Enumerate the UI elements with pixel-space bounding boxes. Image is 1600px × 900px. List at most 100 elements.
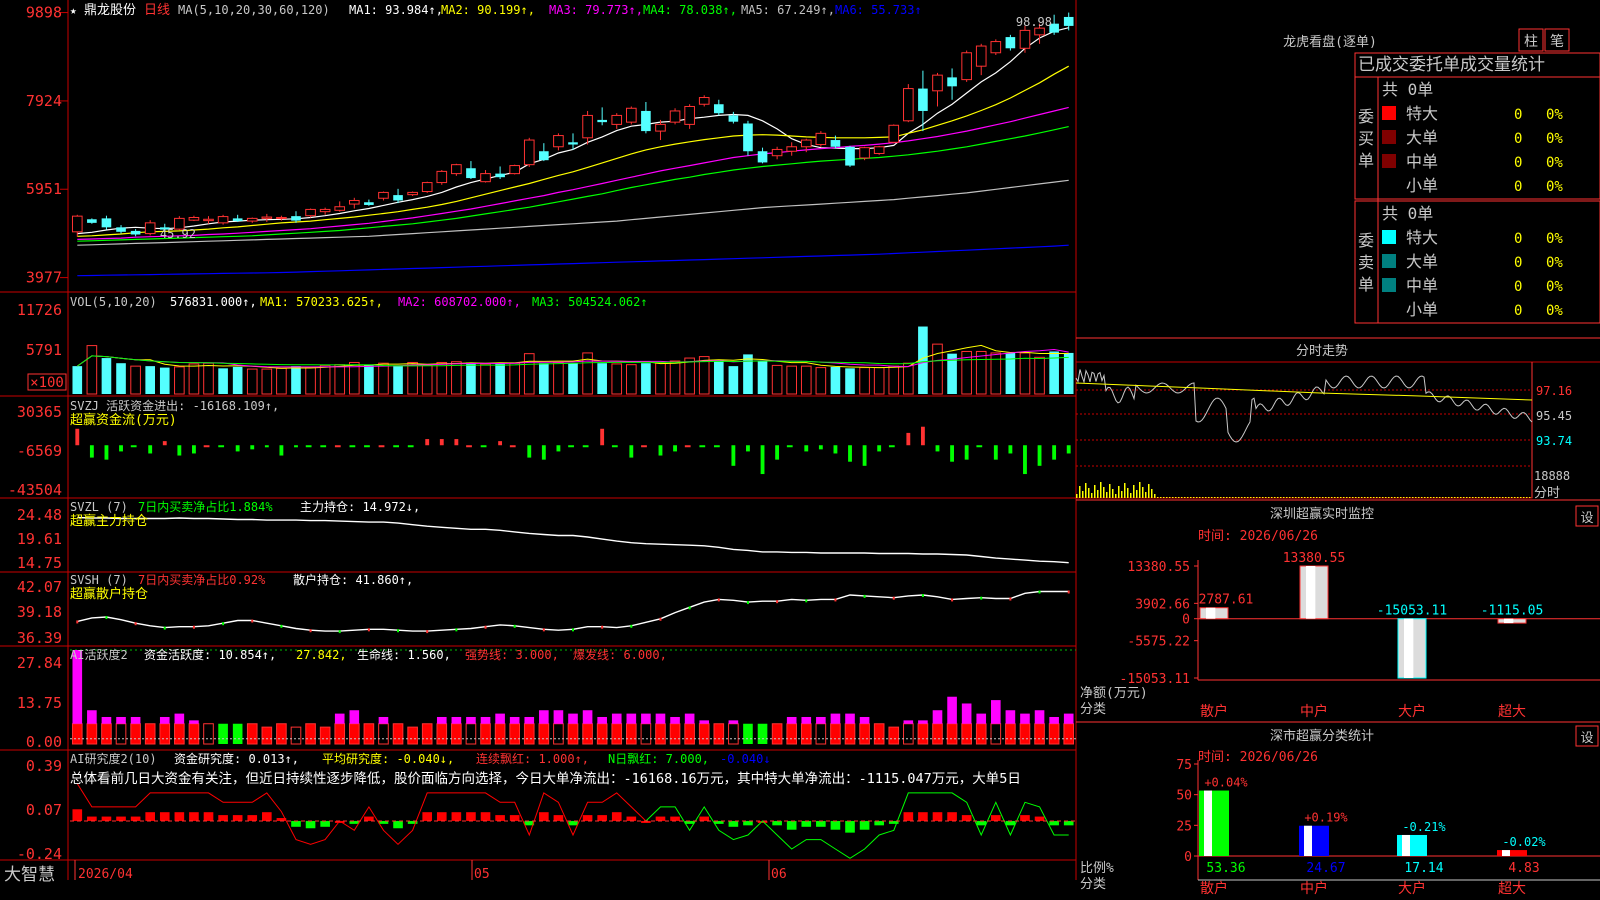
candle-body — [932, 74, 943, 92]
intraday-volume-bar — [1418, 497, 1420, 498]
fund-flow-bar — [466, 445, 472, 448]
svsh-tick-label: 36.39 — [17, 629, 62, 647]
buy-side-char: 委 — [1358, 107, 1374, 126]
intraday-volume-bar — [1088, 488, 1090, 498]
activity-bar-top — [539, 710, 549, 724]
fund-flow-bar — [600, 428, 605, 446]
sell-row-count: 0 — [1514, 255, 1522, 271]
fund-flow-bar — [568, 445, 574, 448]
research-bar — [262, 812, 272, 821]
intraday-volume-bar — [1421, 497, 1423, 498]
fund-flow-bar — [349, 445, 356, 448]
intraday-volume-bar — [1217, 497, 1219, 498]
buy-row-pct: 0% — [1546, 131, 1563, 147]
net-amount-bar-shine — [1504, 618, 1514, 624]
candle-body — [568, 142, 578, 145]
activity-bar-top — [859, 716, 870, 724]
candle-body — [101, 218, 112, 228]
research-bar — [451, 812, 462, 821]
candle-body — [203, 218, 214, 222]
candle-body — [130, 230, 141, 235]
holding-dot — [688, 606, 691, 610]
legend-swatch — [1382, 130, 1396, 144]
candle-body — [87, 219, 97, 223]
intraday-box — [1075, 361, 1533, 499]
intraday-volume-bar — [1505, 497, 1507, 498]
intraday-volume-bar — [1196, 497, 1198, 498]
candle-body — [144, 222, 156, 235]
vol-tick-label: 5791 — [26, 341, 62, 359]
intraday-volume-bar — [1151, 489, 1153, 498]
intraday-volume-bar — [1079, 486, 1081, 498]
activity-bar — [611, 723, 623, 745]
research-bar — [801, 820, 812, 827]
activity-bar — [888, 726, 900, 745]
candle-body — [786, 146, 798, 152]
volume-bar — [553, 361, 564, 395]
activity-bar-top — [582, 710, 593, 724]
sell-row-label: 大单 — [1406, 252, 1438, 271]
intraday-volume-bar — [1310, 497, 1312, 498]
activity-bar-top — [597, 716, 607, 724]
intraday-volume-bar — [1091, 493, 1093, 498]
intraday-volume-bar — [1283, 497, 1285, 498]
activity-bar — [873, 723, 885, 745]
volume-bar — [319, 364, 331, 395]
activity-bar — [640, 723, 652, 745]
intraday-volume-bar — [1391, 497, 1393, 498]
holding-dot — [1009, 597, 1012, 601]
activity-bar-top — [1034, 710, 1045, 724]
intraday-volume-bar — [1517, 497, 1519, 498]
buy-side-char: 买 — [1358, 129, 1374, 148]
volume-bar — [261, 368, 273, 395]
research-bar — [1049, 820, 1059, 826]
analysis-summary: 总体看前几日大资金有关注，但近日持续性逐步降低，股价面临方向选择，今日大单净流出… — [70, 770, 1021, 787]
fund-flow-bar — [611, 445, 618, 448]
monitor-tick-label: -15053.11 — [1120, 672, 1190, 687]
intraday-volume-bar — [1445, 497, 1447, 498]
activity-bar — [348, 723, 360, 745]
ma-line-MA6 — [77, 244, 1069, 277]
intraday-volume-bar — [1223, 497, 1225, 498]
candle-body — [611, 114, 623, 125]
activity-bar-top — [524, 716, 535, 724]
fund-flow-bar — [218, 445, 225, 448]
intraday-volume-bar — [1334, 497, 1336, 498]
intraday-volume-bar — [1268, 497, 1270, 498]
ratio-bar-shine — [1502, 850, 1510, 856]
activity-bar — [538, 723, 550, 745]
fund-flow-bar — [203, 445, 210, 448]
act-label: AI活跃度2 — [70, 647, 128, 662]
holding-dot — [717, 598, 720, 602]
candle-body — [1019, 29, 1031, 49]
candle-body — [276, 216, 287, 219]
volume-bar — [523, 353, 535, 395]
volume-bar — [378, 362, 389, 395]
intraday-volume-bar — [1493, 497, 1495, 498]
candle-body — [800, 139, 812, 148]
svzj-label: SVZJ 活跃资金进出: -16168.109↑, — [70, 398, 279, 413]
sell-row-pct: 0% — [1546, 255, 1563, 271]
fund-flow-bar — [480, 445, 487, 448]
fund-flow-bar — [556, 445, 561, 452]
fund-flow-bar — [119, 445, 123, 452]
intraday-volume-bar — [1415, 497, 1417, 498]
holding-dot — [863, 594, 866, 598]
act-value2: 27.842, — [296, 648, 347, 662]
intraday-volume-bar — [1265, 497, 1267, 498]
intraday-volume-bar — [1499, 497, 1501, 498]
activity-bar — [771, 723, 783, 745]
activity-bar — [218, 723, 228, 744]
fund-flow-bar — [378, 445, 385, 448]
intraday-volume-bar — [1103, 487, 1105, 498]
activity-bar — [407, 726, 418, 745]
activity-bar — [86, 723, 98, 745]
fund-flow-bar — [407, 445, 414, 448]
chart-canvas[interactable]: 3977 5951 7924 9898 98.98 45.92 鼎龙股份 ★ 日线 MA(5,10… — [0, 0, 1600, 900]
low-price-label: 45.92 — [160, 227, 196, 241]
x-date-label: 05 — [474, 867, 490, 882]
volume-bar — [130, 365, 141, 395]
activity-bar-top — [466, 716, 476, 724]
research-bar — [189, 812, 199, 821]
candle-body — [582, 114, 593, 139]
